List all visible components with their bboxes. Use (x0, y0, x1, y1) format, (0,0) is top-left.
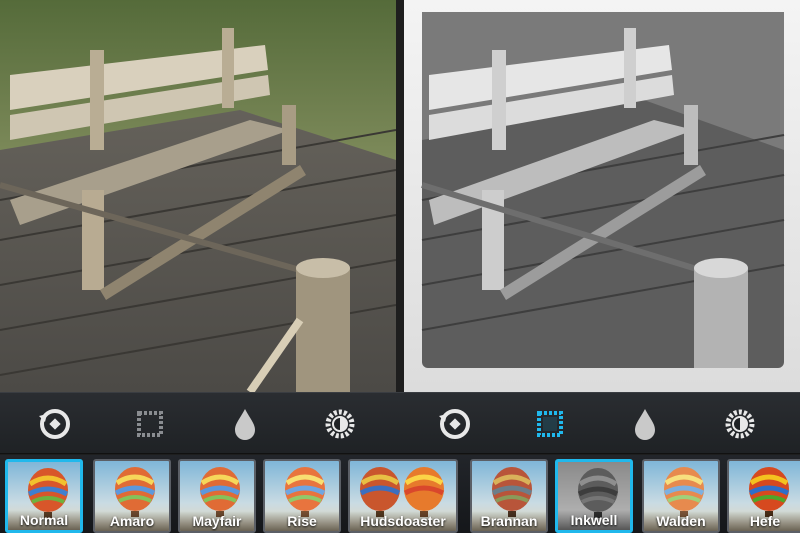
filter-label: Amaro (95, 511, 169, 531)
bench-photo-color (0, 0, 396, 392)
lux-button[interactable] (318, 402, 362, 446)
filter-amaro[interactable]: Amaro (93, 459, 171, 533)
filter-label: Rise (265, 511, 339, 531)
filter-hudson-toaster[interactable]: Hudsdoaster (348, 459, 458, 533)
rotate-icon (39, 409, 70, 439)
filter-label: Hudsdoaster (350, 511, 456, 531)
edit-toolbar (0, 392, 800, 454)
border-frame-icon (537, 411, 563, 437)
rotate-icon (439, 409, 470, 439)
filter-label: Brannan (472, 511, 546, 531)
left-photo-panel (0, 0, 396, 392)
filter-walden[interactable]: Walden (642, 459, 720, 533)
filter-rise[interactable]: Rise (263, 459, 341, 533)
border-button-right-active[interactable] (528, 402, 572, 446)
tilt-shift-button-right[interactable] (623, 402, 667, 446)
filter-normal[interactable]: Normal (5, 459, 83, 533)
filter-brannan[interactable]: Brannan (470, 459, 548, 533)
border-frame-icon (137, 411, 163, 437)
right-photo-panel (404, 0, 800, 392)
lux-button-right[interactable] (718, 402, 762, 446)
filter-strip: Normal Amaro Mayfair Rise Hudsdoaster Br… (0, 455, 800, 533)
lux-brightness-icon (725, 409, 755, 439)
tilt-shift-button[interactable] (223, 402, 267, 446)
tilt-shift-drop-icon (235, 409, 255, 440)
filter-label: Mayfair (180, 511, 254, 531)
rotate-button-right[interactable] (433, 402, 477, 446)
tilt-shift-drop-icon (635, 409, 655, 440)
rotate-button[interactable] (33, 402, 77, 446)
filter-inkwell[interactable]: Inkwell (555, 459, 633, 533)
filter-mayfair[interactable]: Mayfair (178, 459, 256, 533)
filter-label: Walden (644, 511, 718, 531)
border-button[interactable] (128, 402, 172, 446)
filter-label: Normal (8, 510, 80, 530)
filter-label: Hefe (729, 511, 800, 531)
filter-hefe[interactable]: Hefe (727, 459, 800, 533)
filter-label: Inkwell (558, 510, 630, 530)
lux-brightness-icon (325, 409, 355, 439)
bench-photo-inkwell (404, 0, 800, 392)
